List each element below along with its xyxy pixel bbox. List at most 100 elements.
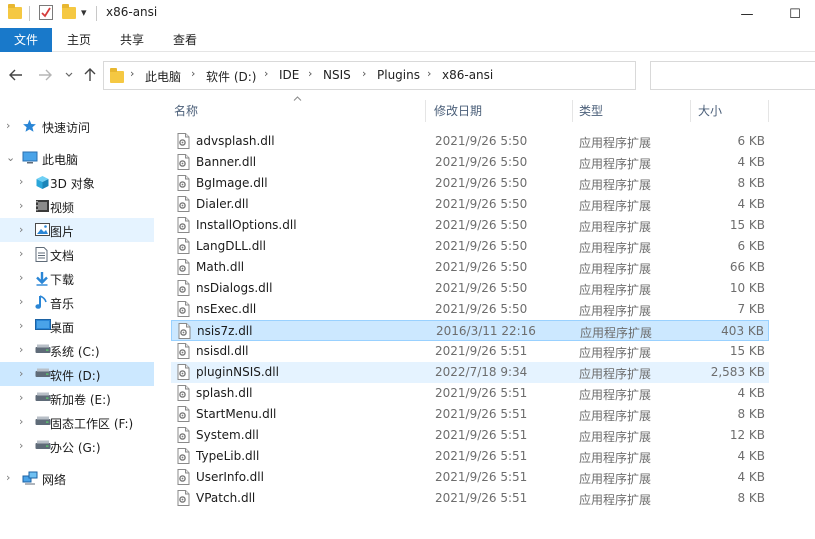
expand-chevron-icon[interactable]: ›: [19, 247, 23, 260]
table-row[interactable]: pluginNSIS.dll 2022/7/18 9:34 应用程序扩展 2,583 …: [171, 362, 769, 383]
address-bar[interactable]: › 此电脑 › 软件 (D:) › IDE › NSIS › Plugins ›…: [103, 61, 726, 90]
file-size: 2,583 KB: [710, 365, 765, 379]
nav-item-2[interactable]: › 3D 对象: [0, 170, 154, 194]
column-header-size[interactable]: 大小: [691, 98, 768, 124]
file-name: LangDLL.dll: [196, 239, 266, 253]
tab-view[interactable]: 查看: [163, 28, 207, 52]
file-type: 应用程序扩展: [579, 409, 652, 423]
tab-home[interactable]: 主页: [57, 28, 101, 52]
nav-item-label: 图片: [50, 225, 75, 239]
breadcrumb-nsis[interactable]: NSIS: [323, 68, 351, 82]
expand-chevron-icon[interactable]: ›: [6, 119, 10, 132]
maximize-button[interactable]: ☐: [772, 0, 815, 28]
expand-chevron-icon[interactable]: ›: [19, 271, 23, 284]
table-row[interactable]: InstallOptions.dll 2021/9/26 5:50 应用程序扩展 15…: [171, 215, 769, 236]
breadcrumb-this-pc[interactable]: 此电脑: [145, 68, 181, 85]
expand-chevron-icon[interactable]: ›: [19, 343, 23, 356]
file-size: 4 KB: [737, 155, 765, 169]
nav-item-6[interactable]: › 下载: [0, 266, 154, 290]
dll-file-icon: [177, 406, 190, 422]
expand-chevron-icon[interactable]: ›: [19, 295, 23, 308]
expand-chevron-icon[interactable]: ›: [19, 199, 23, 212]
expand-chevron-icon[interactable]: ›: [19, 175, 23, 188]
drive-icon: [35, 391, 51, 405]
breadcrumb-chevron-icon[interactable]: ›: [308, 67, 312, 80]
nav-item-11[interactable]: › 新加卷 (E:): [0, 386, 154, 410]
table-row[interactable]: nsExec.dll 2021/9/26 5:50 应用程序扩展 7 KB: [171, 299, 769, 320]
file-type: 应用程序扩展: [579, 346, 652, 360]
table-row[interactable]: TypeLib.dll 2021/9/26 5:51 应用程序扩展 4 KB: [171, 446, 769, 467]
table-row[interactable]: nsDialogs.dll 2021/9/26 5:50 应用程序扩展 10 KB: [171, 278, 769, 299]
minimize-button[interactable]: —: [724, 0, 770, 28]
table-row[interactable]: splash.dll 2021/9/26 5:51 应用程序扩展 4 KB: [171, 383, 769, 404]
table-row[interactable]: Math.dll 2021/9/26 5:50 应用程序扩展 66 KB: [171, 257, 769, 278]
expand-chevron-icon[interactable]: ›: [19, 367, 23, 380]
divider: [425, 100, 426, 122]
nav-item-14[interactable]: › 网络: [0, 466, 154, 490]
file-date: 2021/9/26 5:50: [435, 176, 528, 190]
recent-locations-button[interactable]: [59, 64, 79, 86]
table-row[interactable]: StartMenu.dll 2021/9/26 5:51 应用程序扩展 8 KB: [171, 404, 769, 425]
table-row[interactable]: nsisdl.dll 2021/9/26 5:51 应用程序扩展 15 KB: [171, 341, 769, 362]
tab-file[interactable]: 文件: [0, 28, 52, 52]
nav-item-label: 办公 (G:): [50, 441, 101, 455]
drive-icon: [35, 343, 51, 357]
breadcrumb-ide[interactable]: IDE: [279, 68, 299, 82]
quick-access-dropdown-icon[interactable]: ▾: [81, 6, 87, 19]
breadcrumb-x86-ansi[interactable]: x86-ansi: [442, 68, 493, 82]
nav-item-5[interactable]: › 文档: [0, 242, 154, 266]
dll-file-icon: [177, 490, 190, 506]
table-row[interactable]: VPatch.dll 2021/9/26 5:51 应用程序扩展 8 KB: [171, 488, 769, 509]
sort-ascending-icon: [293, 94, 302, 104]
breadcrumb-chevron-icon[interactable]: ›: [427, 67, 431, 80]
table-row[interactable]: LangDLL.dll 2021/9/26 5:50 应用程序扩展 6 KB: [171, 236, 769, 257]
chevron-down-icon: [65, 72, 73, 77]
nav-item-12[interactable]: › 固态工作区 (F:): [0, 410, 154, 434]
nav-item-1[interactable]: ⌄ 此电脑: [0, 146, 154, 170]
nav-item-8[interactable]: › 桌面: [0, 314, 154, 338]
expand-chevron-icon[interactable]: ›: [19, 391, 23, 404]
table-row[interactable]: UserInfo.dll 2021/9/26 5:51 应用程序扩展 4 KB: [171, 467, 769, 488]
drive-icon: [35, 439, 51, 453]
back-button[interactable]: [6, 64, 26, 86]
table-row[interactable]: System.dll 2021/9/26 5:51 应用程序扩展 12 KB: [171, 425, 769, 446]
nav-item-0[interactable]: › 快速访问: [0, 114, 154, 138]
breadcrumb-chevron-icon[interactable]: ›: [191, 67, 195, 80]
table-row[interactable]: BgImage.dll 2021/9/26 5:50 应用程序扩展 8 KB: [171, 173, 769, 194]
file-type: 应用程序扩展: [579, 178, 652, 192]
expand-chevron-icon[interactable]: ›: [19, 319, 23, 332]
file-date: 2021/9/26 5:51: [435, 491, 528, 505]
column-header-type[interactable]: 类型: [572, 98, 690, 124]
nav-item-4[interactable]: › 图片: [0, 218, 154, 242]
nav-item-9[interactable]: › 系统 (C:): [0, 338, 154, 362]
nav-item-10[interactable]: › 软件 (D:): [0, 362, 154, 386]
nav-item-13[interactable]: › 办公 (G:): [0, 434, 154, 458]
tab-share[interactable]: 共享: [110, 28, 154, 52]
drive-icon: [35, 415, 51, 429]
breadcrumb-chevron-icon[interactable]: ›: [362, 67, 366, 80]
breadcrumb-drive-d[interactable]: 软件 (D:): [206, 68, 256, 85]
nav-item-7[interactable]: › 音乐: [0, 290, 154, 314]
up-button[interactable]: [80, 64, 100, 86]
expand-chevron-icon[interactable]: ›: [19, 223, 23, 236]
column-header-date[interactable]: 修改日期: [427, 98, 572, 124]
collapse-chevron-icon[interactable]: ⌄: [6, 151, 15, 164]
forward-button[interactable]: [35, 64, 55, 86]
breadcrumb-chevron-icon[interactable]: ›: [130, 67, 134, 80]
file-type: 应用程序扩展: [579, 241, 652, 255]
table-row[interactable]: Dialer.dll 2021/9/26 5:50 应用程序扩展 4 KB: [171, 194, 769, 215]
search-input[interactable]: [650, 61, 815, 90]
file-date: 2021/9/26 5:50: [435, 218, 528, 232]
table-row[interactable]: advsplash.dll 2021/9/26 5:50 应用程序扩展 6 KB: [171, 131, 769, 152]
breadcrumb-plugins[interactable]: Plugins: [377, 68, 420, 82]
expand-chevron-icon[interactable]: ›: [19, 439, 23, 452]
dll-file-icon: [177, 343, 190, 359]
nav-item-3[interactable]: › 视频: [0, 194, 154, 218]
table-row[interactable]: Banner.dll 2021/9/26 5:50 应用程序扩展 4 KB: [171, 152, 769, 173]
table-row[interactable]: nsis7z.dll 2016/3/11 22:16 应用程序扩展 403 KB: [171, 320, 769, 341]
new-folder-icon[interactable]: [62, 4, 76, 19]
expand-chevron-icon[interactable]: ›: [6, 471, 10, 484]
breadcrumb-chevron-icon[interactable]: ›: [264, 67, 268, 80]
properties-icon[interactable]: [38, 4, 54, 21]
expand-chevron-icon[interactable]: ›: [19, 415, 23, 428]
